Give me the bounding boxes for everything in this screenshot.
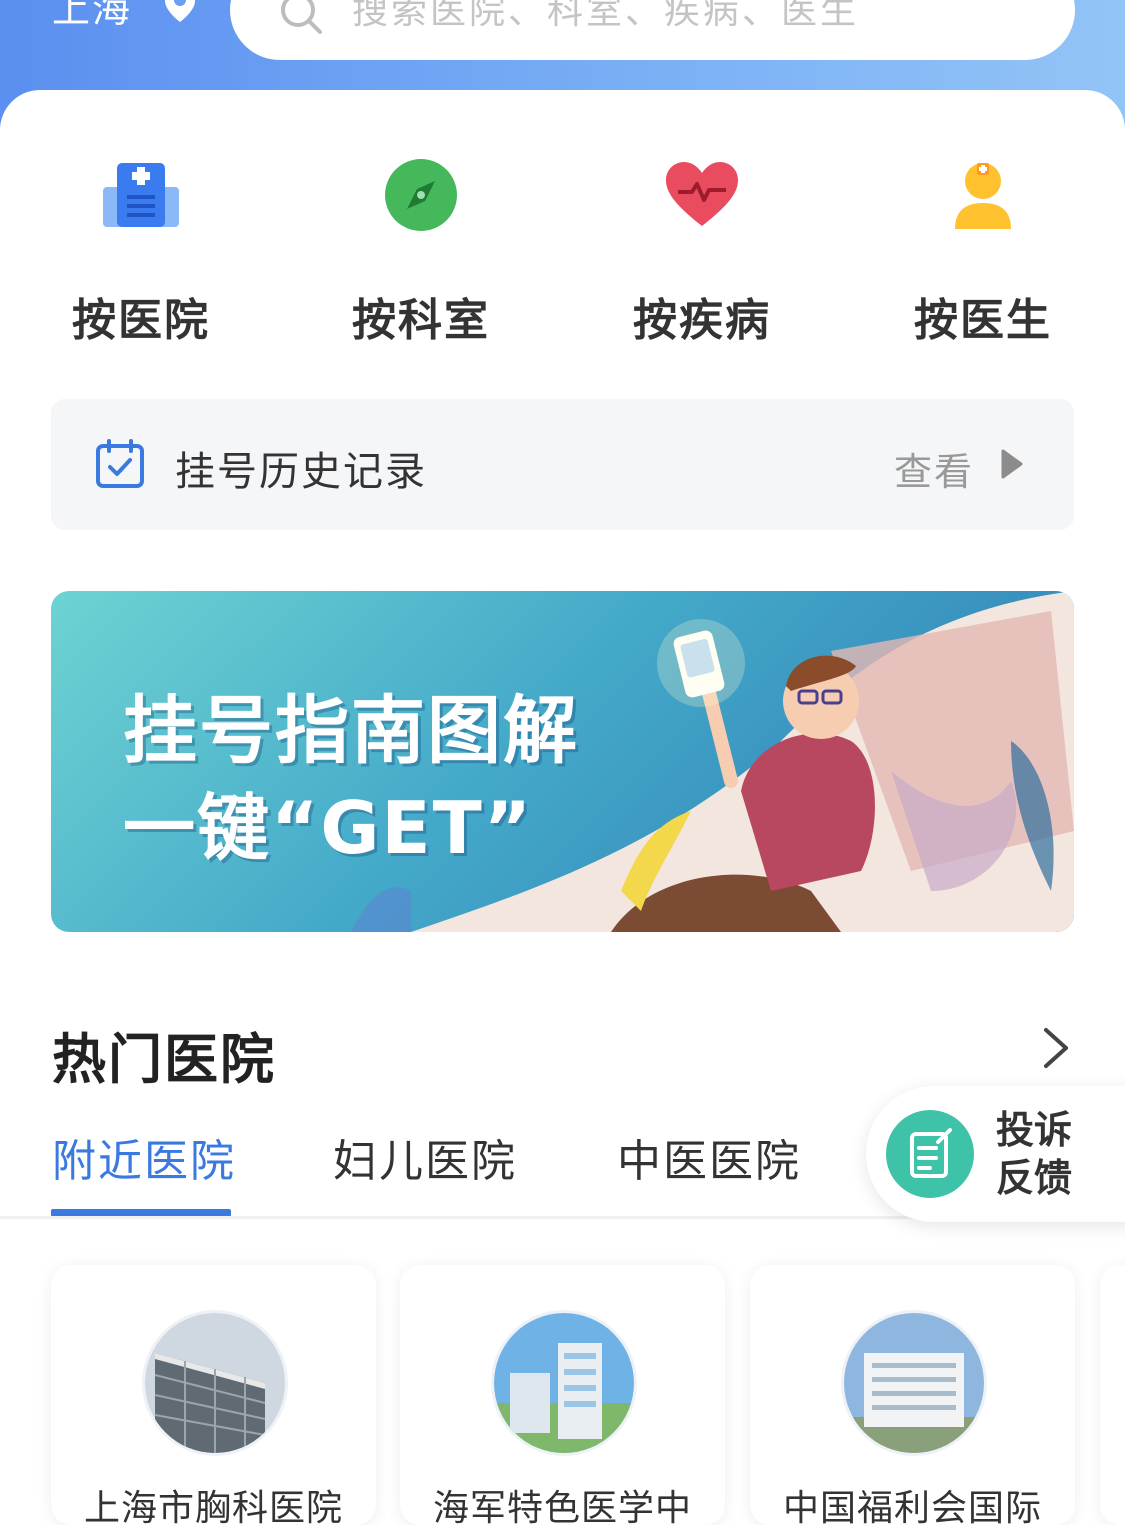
heart-pulse-icon (666, 162, 738, 226)
search-icon (281, 0, 322, 34)
hospital-photo (142, 1310, 288, 1456)
category-by-doctor[interactable]: 按医生 (893, 150, 1073, 348)
hospital-name: 上海市胸科医院 (83, 1488, 343, 1525)
section-title: 热门医院 (52, 1028, 276, 1091)
feedback-icon-bg (886, 1110, 974, 1198)
category-by-disease[interactable]: 按疾病 (612, 150, 792, 348)
category-label: 按疾病 (633, 295, 771, 346)
doctor-icon (955, 163, 1011, 229)
tab-tcm[interactable]: 中医医院 (617, 1125, 801, 1189)
search-placeholder: 搜索医院、科室、疾病、医生 (352, 0, 860, 32)
hospital-photo (491, 1310, 637, 1456)
hospital-card[interactable]: 上海市胸科医院 (51, 1265, 376, 1525)
location-pin-icon[interactable] (160, 0, 200, 24)
hospital-card-partial[interactable] (1100, 1265, 1125, 1525)
registration-history-bar[interactable]: 挂号历史记录 查看 (51, 399, 1074, 530)
history-label: 挂号历史记录 (175, 449, 427, 495)
banner-subtitle: 一键“GET” (123, 786, 534, 870)
category-label: 按医生 (914, 295, 1052, 346)
hospital-photo (841, 1310, 987, 1456)
category-label: 按医院 (72, 295, 210, 346)
hospital-icon (103, 163, 179, 227)
hospital-name: 海军特色医学中 (432, 1488, 692, 1525)
city-selector[interactable]: 上海 (52, 0, 132, 33)
compass-icon (385, 159, 457, 231)
hospital-name: 中国福利会国际 (782, 1488, 1042, 1525)
category-by-hospital[interactable]: 按医院 (51, 150, 231, 348)
play-arrow-icon (1001, 449, 1023, 479)
complaint-feedback-button[interactable]: 投诉 反馈 (866, 1086, 1125, 1222)
view-link[interactable]: 查看 (894, 441, 974, 496)
hospital-card[interactable]: 海军特色医学中 (400, 1265, 725, 1525)
hospital-card[interactable]: 中国福利会国际 (750, 1265, 1075, 1525)
calendar-check-icon (96, 439, 144, 488)
chevron-right-icon[interactable] (1038, 1026, 1072, 1070)
feedback-label: 反馈 (996, 1156, 1073, 1200)
edit-note-icon (910, 1128, 952, 1178)
tab-nearby[interactable]: 附近医院 (52, 1125, 236, 1189)
tab-women-children[interactable]: 妇儿医院 (333, 1125, 517, 1189)
category-label: 按科室 (352, 295, 490, 346)
banner-title: 挂号指南图解 (123, 688, 579, 774)
search-bar[interactable]: 搜索医院、科室、疾病、医生 (230, 0, 1075, 60)
complaint-label: 投诉 (996, 1108, 1073, 1152)
category-by-department[interactable]: 按科室 (331, 150, 511, 348)
guide-banner[interactable]: 挂号指南图解 一键“GET” (51, 591, 1074, 932)
